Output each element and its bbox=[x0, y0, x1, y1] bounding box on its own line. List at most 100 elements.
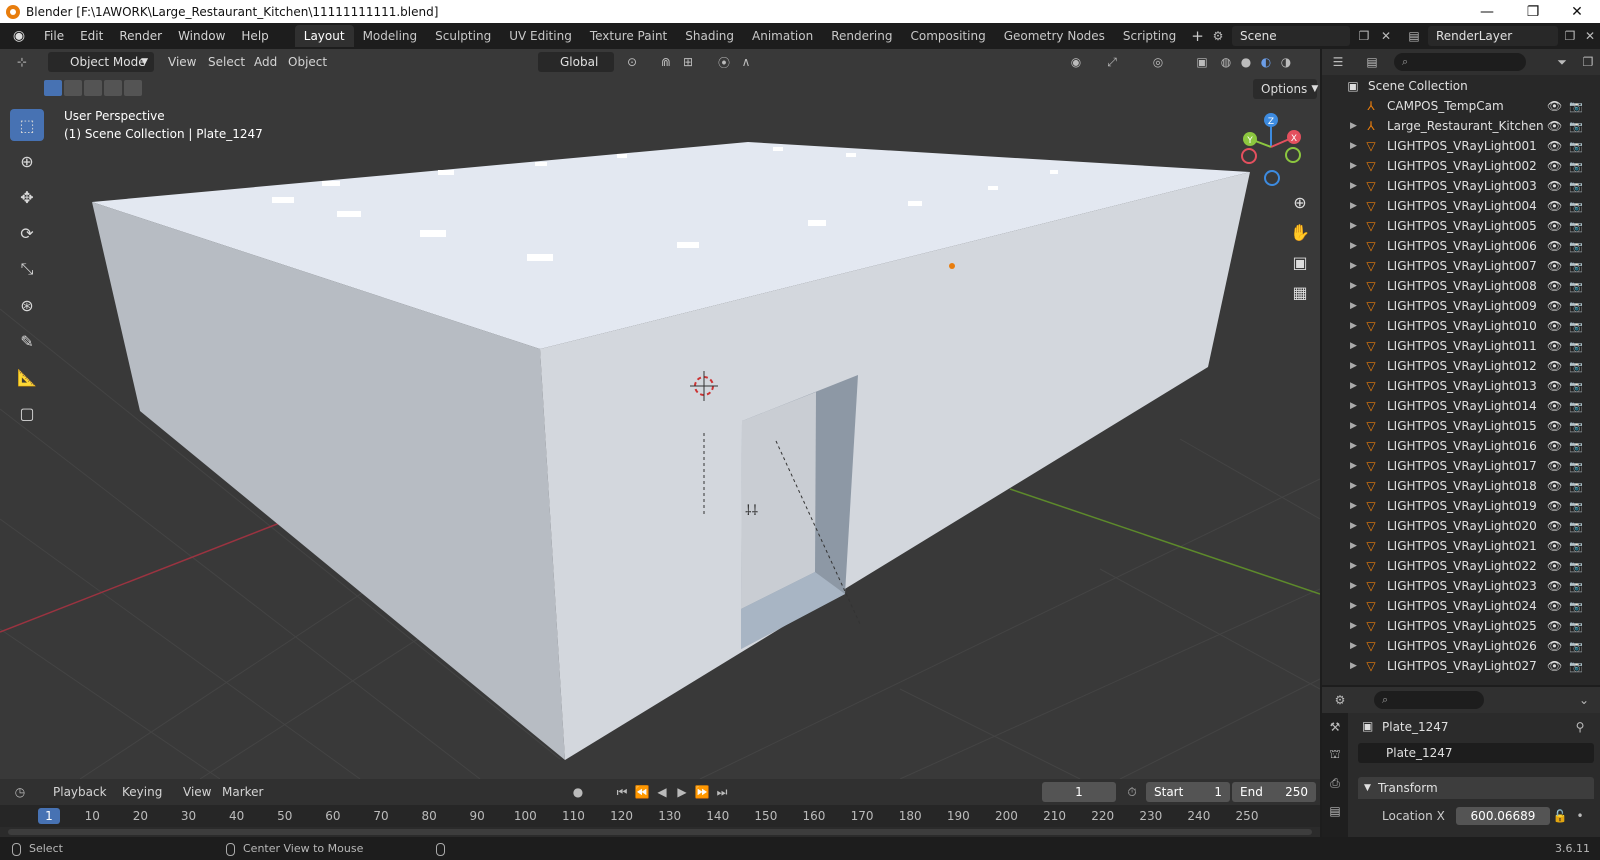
location-x-field[interactable]: 600.06689 bbox=[1456, 807, 1550, 825]
timeline-menu-view[interactable]: View bbox=[183, 782, 211, 802]
view-layer-tab-icon[interactable]: ▤ bbox=[1322, 797, 1348, 825]
camera-icon[interactable]: 📷 bbox=[1569, 220, 1583, 233]
timeline-scrollbar[interactable] bbox=[8, 829, 1312, 835]
expand-arrow-icon[interactable]: ▶ bbox=[1350, 221, 1357, 231]
outliner-row[interactable]: ▶ ▽ LIGHTPOS_VRayLight025 👁 📷 bbox=[1322, 616, 1600, 636]
expand-arrow-icon[interactable]: ▶ bbox=[1350, 481, 1357, 491]
properties-search-input[interactable]: ⌕ bbox=[1374, 691, 1484, 709]
timeline-editor-type-icon[interactable]: ◷ bbox=[10, 782, 30, 802]
tab-geometry-nodes[interactable]: Geometry Nodes bbox=[995, 25, 1114, 47]
auto-keying-icon[interactable]: ● bbox=[568, 782, 588, 802]
move-tool[interactable]: ✥ bbox=[10, 181, 44, 213]
camera-icon[interactable]: 📷 bbox=[1569, 240, 1583, 253]
delete-view-layer-icon[interactable]: ✕ bbox=[1580, 26, 1600, 46]
expand-arrow-icon[interactable]: ▶ bbox=[1350, 461, 1357, 471]
timeline-playhead[interactable]: 1 bbox=[38, 808, 60, 824]
camera-icon[interactable]: 📷 bbox=[1569, 160, 1583, 173]
transform-tool[interactable]: ⊛ bbox=[10, 289, 44, 321]
xray-toggle-icon[interactable]: ▣ bbox=[1192, 52, 1212, 72]
outliner-row[interactable]: ▶ ▽ LIGHTPOS_VRayLight024 👁 📷 bbox=[1322, 596, 1600, 616]
expand-arrow-icon[interactable]: ▶ bbox=[1350, 441, 1357, 451]
outliner-row[interactable]: ▶ ▽ LIGHTPOS_VRayLight021 👁 📷 bbox=[1322, 536, 1600, 556]
eye-icon[interactable]: 👁 bbox=[1547, 179, 1562, 193]
maximize-button[interactable]: ❐ bbox=[1510, 0, 1556, 23]
gizmo-neg-x-axis[interactable] bbox=[1241, 148, 1257, 164]
delete-scene-icon[interactable]: ✕ bbox=[1376, 26, 1396, 46]
measure-tool[interactable]: 📐 bbox=[10, 361, 44, 393]
camera-icon[interactable]: 📷 bbox=[1569, 100, 1583, 113]
options-dropdown[interactable]: Options ▼ bbox=[1253, 79, 1318, 99]
camera-icon[interactable]: 📷 bbox=[1569, 460, 1583, 473]
tab-layout[interactable]: Layout bbox=[294, 25, 354, 47]
play-icon[interactable]: ▶ bbox=[672, 782, 692, 802]
camera-icon[interactable]: 📷 bbox=[1569, 640, 1583, 653]
camera-icon[interactable]: 📷 bbox=[1569, 560, 1583, 573]
new-scene-icon[interactable]: ❐ bbox=[1354, 26, 1374, 46]
select-box-tool[interactable]: ⬚ bbox=[10, 109, 44, 141]
properties-editor-type-icon[interactable]: ⚙ bbox=[1330, 690, 1350, 710]
expand-arrow-icon[interactable]: ▶ bbox=[1350, 641, 1357, 651]
tab-sculpting[interactable]: Sculpting bbox=[426, 25, 500, 47]
overlay-toggle-icon[interactable]: ◎ bbox=[1148, 52, 1168, 72]
tab-texture-paint[interactable]: Texture Paint bbox=[581, 25, 676, 47]
camera-icon[interactable]: 📷 bbox=[1569, 140, 1583, 153]
timeline-menu-playback[interactable]: Playback bbox=[53, 782, 107, 802]
camera-icon[interactable]: 📷 bbox=[1569, 540, 1583, 553]
timeline-ruler[interactable]: 1 10 20 30 40 50 60 70 80 90 100 110 120 130 140 150 160… bbox=[0, 805, 1320, 827]
object-name-field[interactable]: Plate_1247 bbox=[1358, 743, 1594, 763]
eye-icon[interactable]: 👁 bbox=[1547, 319, 1562, 333]
close-button[interactable]: ✕ bbox=[1554, 0, 1600, 23]
eye-icon[interactable]: 👁 bbox=[1547, 159, 1562, 173]
expand-arrow-icon[interactable]: ▶ bbox=[1350, 281, 1357, 291]
gizmo-neg-z-axis[interactable] bbox=[1264, 170, 1280, 186]
eye-icon[interactable]: 👁 bbox=[1547, 399, 1562, 413]
camera-icon[interactable]: 📷 bbox=[1569, 620, 1583, 633]
expand-arrow-icon[interactable]: ▶ bbox=[1350, 161, 1357, 171]
3d-viewport[interactable]: ⸸⸸ ⊹ Object Mode ▼ View Select Add Objec… bbox=[0, 49, 1320, 779]
eye-icon[interactable]: 👁 bbox=[1547, 559, 1562, 573]
outliner-root-row[interactable]: ▣ Scene Collection bbox=[1322, 76, 1600, 96]
timeline-menu-keying[interactable]: Keying bbox=[122, 782, 162, 802]
eye-icon[interactable]: 👁 bbox=[1547, 239, 1562, 253]
material-shading-icon[interactable]: ◐ bbox=[1256, 52, 1276, 72]
select-intersect-button[interactable] bbox=[124, 80, 142, 96]
camera-icon[interactable]: 📷 bbox=[1569, 320, 1583, 333]
minimize-button[interactable]: — bbox=[1464, 0, 1510, 23]
tab-animation[interactable]: Animation bbox=[743, 25, 822, 47]
camera-icon[interactable]: 📷 bbox=[1569, 280, 1583, 293]
eye-icon[interactable]: 👁 bbox=[1547, 119, 1562, 133]
outliner-row[interactable]: ▶ ▽ LIGHTPOS_VRayLight027 👁 📷 bbox=[1322, 656, 1600, 676]
gizmo-toggle-icon[interactable]: ⤢ bbox=[1102, 52, 1122, 72]
new-view-layer-icon[interactable]: ❐ bbox=[1560, 26, 1580, 46]
viewport-menu-add[interactable]: Add bbox=[254, 52, 277, 72]
camera-icon[interactable]: 📷 bbox=[1569, 660, 1583, 673]
expand-arrow-icon[interactable]: ▶ bbox=[1350, 661, 1357, 671]
eye-icon[interactable]: 👁 bbox=[1547, 659, 1562, 673]
expand-arrow-icon[interactable]: ▶ bbox=[1350, 261, 1357, 271]
use-preview-range-icon[interactable]: ⏱ bbox=[1122, 782, 1142, 802]
camera-icon[interactable]: 📷 bbox=[1569, 400, 1583, 413]
menu-help[interactable]: Help bbox=[233, 25, 276, 47]
scale-tool[interactable]: ⤡ bbox=[10, 253, 44, 285]
outliner-editor-type-icon[interactable]: ☰ bbox=[1328, 52, 1348, 72]
expand-arrow-icon[interactable]: ▶ bbox=[1350, 541, 1357, 551]
outliner-row[interactable]: ▶ ▽ LIGHTPOS_VRayLight002 👁 📷 bbox=[1322, 156, 1600, 176]
camera-icon[interactable]: 📷 bbox=[1569, 420, 1583, 433]
gizmo-neg-y-axis[interactable] bbox=[1285, 147, 1301, 163]
expand-arrow-icon[interactable]: ▶ bbox=[1350, 241, 1357, 251]
camera-icon[interactable]: 📷 bbox=[1569, 120, 1583, 133]
eye-icon[interactable]: 👁 bbox=[1547, 499, 1562, 513]
editor-type-icon[interactable]: ⊹ bbox=[12, 52, 32, 72]
expand-arrow-icon[interactable]: ▶ bbox=[1350, 501, 1357, 511]
expand-arrow-icon[interactable]: ▶ bbox=[1350, 321, 1357, 331]
select-subtract-button[interactable] bbox=[84, 80, 102, 96]
visibility-icon[interactable]: ◉ bbox=[1066, 52, 1086, 72]
menu-window[interactable]: Window bbox=[170, 25, 233, 47]
select-invert-button[interactable] bbox=[104, 80, 122, 96]
expand-arrow-icon[interactable]: ▶ bbox=[1350, 141, 1357, 151]
display-mode-icon[interactable]: ▤ bbox=[1362, 52, 1382, 72]
outliner-row[interactable]: ▶ ▽ LIGHTPOS_VRayLight016 👁 📷 bbox=[1322, 436, 1600, 456]
falloff-icon[interactable]: ∧ bbox=[736, 52, 756, 72]
camera-icon[interactable]: 📷 bbox=[1569, 520, 1583, 533]
expand-arrow-icon[interactable]: ▶ bbox=[1350, 561, 1357, 571]
